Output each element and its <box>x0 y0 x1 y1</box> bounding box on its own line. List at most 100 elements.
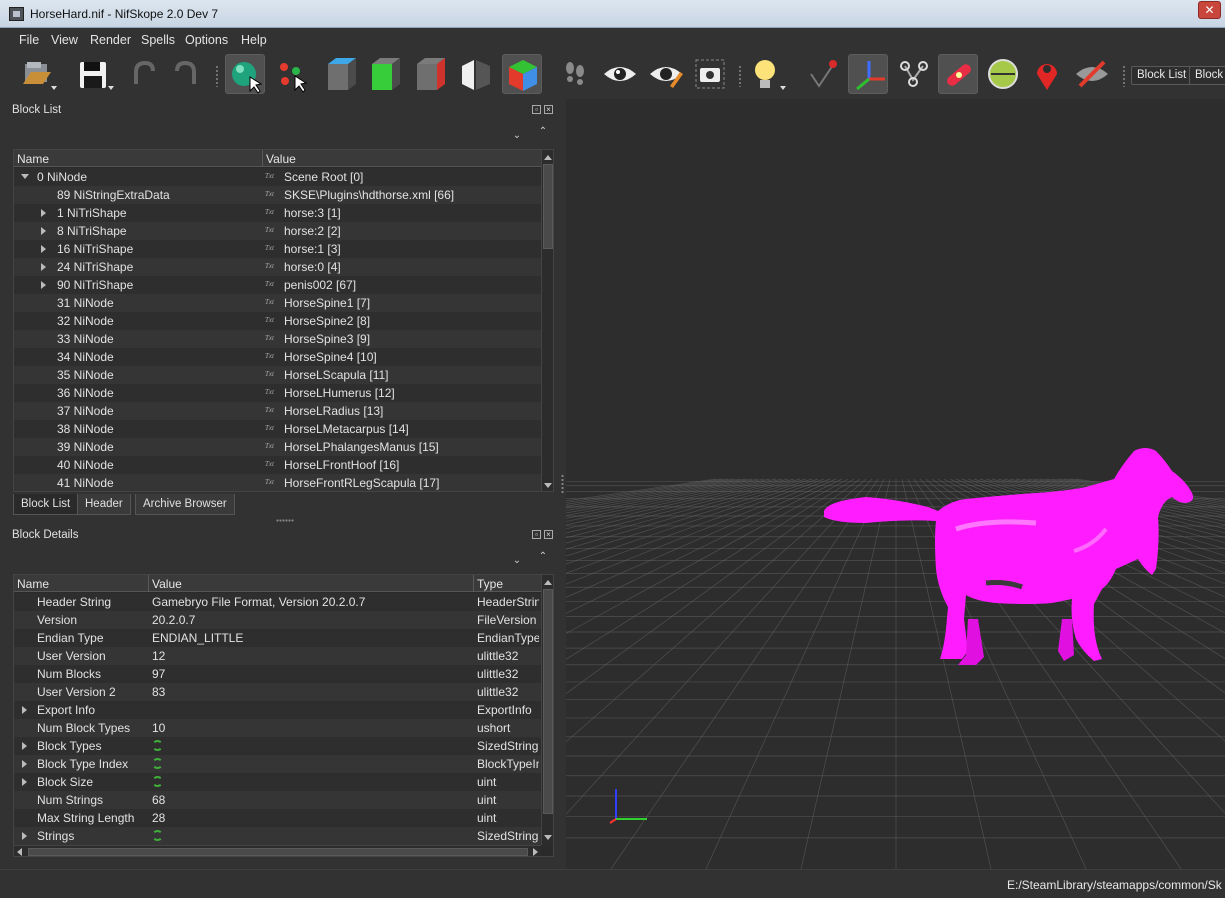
table-row[interactable]: 38 NiNode Txt HorseLMetacarpus [14] <box>14 420 541 438</box>
collapsed-arrow-icon[interactable] <box>41 227 46 235</box>
view-top-button[interactable] <box>322 54 362 94</box>
close-icon[interactable]: × <box>544 530 553 539</box>
block-details-hscrollbar[interactable] <box>14 845 541 856</box>
tab-archive-browser[interactable]: Archive Browser <box>135 494 235 515</box>
table-row[interactable]: Num Strings 68 uint <box>14 791 541 809</box>
menu-spells[interactable]: Spells <box>141 33 175 47</box>
table-row[interactable]: Num Blocks 97 ulittle32 <box>14 665 541 683</box>
column-name[interactable]: Name <box>17 152 49 166</box>
show-hidden-button[interactable] <box>600 54 640 94</box>
flip-view-button[interactable] <box>555 54 595 94</box>
table-row[interactable]: 39 NiNode Txt HorseLPhalangesManus [15] <box>14 438 541 456</box>
refresh-icon[interactable] <box>152 830 163 841</box>
table-row[interactable]: 90 NiTriShape Txt penis002 [67] <box>14 276 541 294</box>
collapsed-arrow-icon[interactable] <box>41 209 46 217</box>
table-row[interactable]: Block Type Index BlockTypeIn <box>14 755 541 773</box>
view-front-button[interactable] <box>366 54 406 94</box>
collapsed-arrow-icon[interactable] <box>41 263 46 271</box>
table-row[interactable]: 16 NiTriShape Txt horse:1 [3] <box>14 240 541 258</box>
close-button[interactable]: ✕ <box>1198 1 1221 19</box>
table-row[interactable]: 34 NiNode Txt HorseSpine4 [10] <box>14 348 541 366</box>
view-side-button[interactable] <box>411 54 451 94</box>
redo-button[interactable] <box>166 54 206 94</box>
table-row[interactable]: 89 NiStringExtraData Txt SKSE\Plugins\hdth… <box>14 186 541 204</box>
refresh-icon[interactable] <box>152 758 163 769</box>
table-row[interactable]: Strings SizedString <box>14 827 541 845</box>
scroll-up-icon[interactable] <box>544 580 552 585</box>
draw-havok-button[interactable] <box>938 54 978 94</box>
table-row[interactable]: Header String Gamebryo File Format, Versi… <box>14 593 541 611</box>
save-button[interactable] <box>74 54 114 94</box>
view-walk-button[interactable] <box>456 54 496 94</box>
view-user-button[interactable] <box>502 54 542 94</box>
select-vertex-button[interactable] <box>271 54 311 94</box>
table-row[interactable]: 8 NiTriShape Txt horse:2 [2] <box>14 222 541 240</box>
table-row[interactable]: User Version 2 83 ulittle32 <box>14 683 541 701</box>
expand-all-icon[interactable]: ⌄ <box>512 131 522 141</box>
table-row[interactable]: Block Types SizedString <box>14 737 541 755</box>
table-row[interactable]: 32 NiNode Txt HorseSpine2 [8] <box>14 312 541 330</box>
table-row[interactable]: 40 NiNode Txt HorseLFrontHoof [16] <box>14 456 541 474</box>
table-row[interactable]: 1 NiTriShape Txt horse:3 [1] <box>14 204 541 222</box>
screenshot-button[interactable] <box>690 54 730 94</box>
table-row[interactable]: 0 NiNode Txt Scene Root [0] <box>14 168 541 186</box>
horse-model[interactable] <box>824 448 1194 665</box>
menu-render[interactable]: Render <box>90 33 131 47</box>
draw-constraints-button[interactable] <box>983 54 1023 94</box>
scroll-right-icon[interactable] <box>533 848 538 856</box>
table-row[interactable]: 33 NiNode Txt HorseSpine3 [9] <box>14 330 541 348</box>
collapsed-arrow-icon[interactable] <box>22 778 27 786</box>
load-button[interactable] <box>17 54 57 94</box>
table-row[interactable]: Export Info ExportInfo <box>14 701 541 719</box>
collapsed-arrow-icon[interactable] <box>41 245 46 253</box>
scroll-thumb[interactable] <box>28 848 528 856</box>
column-value[interactable]: Value <box>152 577 182 591</box>
table-row[interactable]: User Version 12 ulittle32 <box>14 647 541 665</box>
table-row[interactable]: 36 NiNode Txt HorseLHumerus [12] <box>14 384 541 402</box>
collapsed-arrow-icon[interactable] <box>22 832 27 840</box>
hide-button[interactable] <box>1072 54 1112 94</box>
table-row[interactable]: Num Block Types 10 ushort <box>14 719 541 737</box>
collapsed-arrow-icon[interactable] <box>22 742 27 750</box>
undo-button[interactable] <box>124 54 164 94</box>
table-row[interactable]: 24 NiTriShape Txt horse:0 [4] <box>14 258 541 276</box>
collapse-all-icon[interactable]: ⌃ <box>538 127 548 137</box>
block-details-tree[interactable]: Name Value Type Header String Gamebryo Fi… <box>13 574 554 857</box>
select-object-button[interactable] <box>225 54 265 94</box>
collapsed-arrow-icon[interactable] <box>41 281 46 289</box>
table-row[interactable]: Block Size uint <box>14 773 541 791</box>
table-row[interactable]: 35 NiNode Txt HorseLScapula [11] <box>14 366 541 384</box>
close-icon[interactable]: × <box>544 105 553 114</box>
draw-markers-button[interactable] <box>1027 54 1067 94</box>
block-list-toggle[interactable]: Block List <box>1131 66 1193 85</box>
menu-file[interactable]: File <box>19 33 39 47</box>
block-details-vscrollbar[interactable] <box>541 575 553 845</box>
table-row[interactable]: 41 NiNode Txt HorseFrontRLegScapula [17] <box>14 474 541 491</box>
tab-block-list[interactable]: Block List <box>13 494 79 515</box>
table-row[interactable]: Endian Type ENDIAN_LITTLE EndianType <box>14 629 541 647</box>
render-viewport[interactable] <box>566 99 1225 869</box>
table-row[interactable]: 31 NiNode Txt HorseSpine1 [7] <box>14 294 541 312</box>
menu-options[interactable]: Options <box>185 33 228 47</box>
refresh-icon[interactable] <box>152 740 163 751</box>
scene-view[interactable] <box>566 99 1225 869</box>
edit-visibility-button[interactable] <box>646 54 686 94</box>
scroll-up-icon[interactable] <box>544 155 552 160</box>
menu-view[interactable]: View <box>51 33 78 47</box>
draw-nodes-button[interactable] <box>803 54 843 94</box>
expanded-arrow-icon[interactable] <box>21 174 29 179</box>
scroll-down-icon[interactable] <box>544 835 552 840</box>
collapse-all-icon[interactable]: ⌃ <box>538 552 548 562</box>
expand-all-icon[interactable]: ⌄ <box>512 556 522 566</box>
column-name[interactable]: Name <box>17 577 49 591</box>
table-row[interactable]: 37 NiNode Txt HorseLRadius [13] <box>14 402 541 420</box>
scroll-thumb[interactable] <box>543 589 553 814</box>
menu-help[interactable]: Help <box>241 33 267 47</box>
panel-splitter-grip[interactable] <box>276 519 294 522</box>
draw-axes-button[interactable] <box>848 54 888 94</box>
scroll-thumb[interactable] <box>543 164 553 249</box>
tab-header[interactable]: Header <box>77 494 131 515</box>
lighting-button[interactable] <box>746 54 786 94</box>
block-list-tree[interactable]: Name Value 0 NiNode Txt Scene Root [0] 89 N… <box>13 149 554 492</box>
collapsed-arrow-icon[interactable] <box>22 706 27 714</box>
